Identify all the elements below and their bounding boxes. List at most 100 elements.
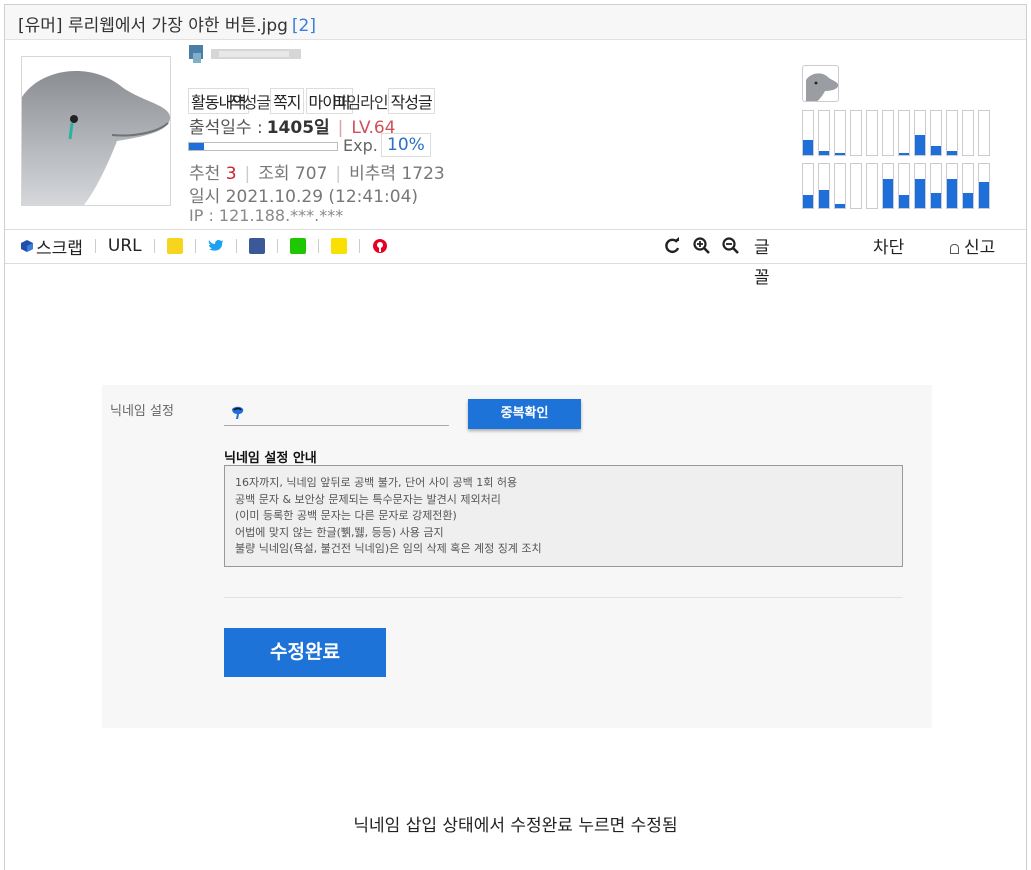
activity-cell (882, 110, 894, 156)
activity-cell-fill (819, 150, 829, 155)
author-menu: 활동내역작성글 쪽지 마이피타임라인 작성글 (188, 88, 437, 114)
post-title-text: [유머] 루리웹에서 가장 야한 버튼.jpg (18, 16, 288, 36)
pinterest-icon[interactable] (372, 238, 388, 254)
activity-cell-fill (915, 179, 925, 208)
cube-icon (21, 240, 33, 252)
exp-progress-bar (188, 142, 338, 151)
activity-cell-fill (963, 192, 973, 208)
report-button[interactable]: 신고 (950, 233, 995, 258)
recommend-count: 3 (225, 164, 237, 184)
comment-count[interactable]: [2] (292, 16, 316, 36)
scrap-button[interactable]: 스크랩 (36, 234, 83, 259)
activity-cell (802, 110, 814, 156)
activity-cell (978, 163, 990, 209)
activity-cell (882, 163, 894, 209)
activity-cell (962, 110, 974, 156)
activity-cell (866, 163, 878, 209)
author-avatar[interactable] (21, 56, 171, 206)
attendance-label: 출석일수 : (189, 118, 263, 138)
menu-posts-overlap[interactable]: 작성글 (229, 93, 271, 112)
menu-timeline[interactable]: 타임라인 (333, 93, 389, 112)
activity-cell (898, 110, 910, 156)
activity-cell (866, 110, 878, 156)
divider (5, 263, 1026, 264)
activity-cell (834, 163, 846, 209)
guide-line: 16자까지, 닉네임 앞뒤로 공백 불가, 단어 사이 공백 1회 허용 (235, 476, 518, 489)
guide-title: 닉네임 설정 안내 (224, 451, 317, 466)
activity-cell-fill (803, 139, 813, 155)
kakaostory-icon[interactable] (166, 238, 183, 254)
post-title: [유머] 루리웹에서 가장 야한 버튼.jpg [2] (18, 11, 316, 36)
post-caption: 닉네임 삽입 상태에서 수정완료 누르면 수정됨 (353, 816, 678, 836)
activity-cell-fill (819, 190, 829, 208)
activity-cell (946, 110, 958, 156)
attendance-days: 1405일 (266, 118, 330, 138)
activity-cell (818, 110, 830, 156)
zoom-out-icon[interactable] (722, 237, 739, 254)
activity-cell (850, 163, 862, 209)
activity-cell (930, 163, 942, 209)
activity-cell-fill (947, 151, 957, 155)
facebook-icon[interactable] (248, 238, 265, 254)
activity-cell-fill (899, 152, 909, 155)
activity-cell (962, 163, 974, 209)
activity-cell (834, 110, 846, 156)
post-ip: IP : 121.188.***.*** (189, 206, 344, 225)
activity-cell (802, 163, 814, 209)
submit-button[interactable]: 수정완료 (224, 628, 386, 677)
block-button[interactable]: 차단 (873, 233, 904, 258)
activity-cell-fill (915, 135, 925, 155)
url-button[interactable]: URL (108, 236, 142, 256)
activity-cell (914, 110, 926, 156)
recommend-label: 추천 (189, 164, 221, 184)
activity-cell (930, 110, 942, 156)
dolphin-nickname-icon (232, 406, 244, 419)
view-count: 조회 707 (258, 164, 328, 184)
menu-posts[interactable]: 작성글 (387, 88, 435, 114)
twitter-icon[interactable] (208, 239, 224, 253)
activity-cell (978, 110, 990, 156)
activity-cell-fill (835, 152, 845, 155)
activity-cell (850, 110, 862, 156)
exp-label: Exp. (343, 136, 378, 155)
bell-icon (950, 244, 959, 254)
dolphin-image (22, 71, 170, 205)
activity-cell (898, 163, 910, 209)
activity-cell-fill (899, 194, 909, 208)
menu-message[interactable]: 쪽지 (270, 88, 304, 114)
nickname-input[interactable] (224, 399, 449, 426)
exp-progress-fill (189, 143, 204, 150)
nickname-setting-label: 닉네임 설정 (110, 404, 174, 419)
guide-line: (이미 등록한 공백 문자는 다른 문자로 강제전환) (235, 509, 457, 522)
author-nickname-blurred[interactable] (189, 45, 301, 65)
font-button[interactable]: 글꼴 (754, 233, 772, 293)
activity-grid-row-2 (802, 163, 990, 209)
divider (5, 229, 1026, 230)
share-bar: 스크랩 URL (21, 234, 388, 259)
activity-cell-fill (979, 181, 989, 208)
nonrec-count: 비추력 1723 (349, 164, 445, 184)
activity-cell-fill (931, 192, 941, 208)
activity-cell-fill (803, 194, 813, 208)
naver-icon[interactable] (289, 238, 306, 254)
guide-line: 어법에 맞지 않는 한글(쀍,뛣, 등등) 사용 금지 (235, 525, 444, 539)
duplicate-check-button[interactable]: 중복확인 (468, 399, 581, 429)
activity-cell-fill (835, 203, 845, 208)
activity-cell (914, 163, 926, 209)
zoom-in-icon[interactable] (693, 237, 710, 254)
post-stats: 추천 3 | 조회 707 | 비추력 1723 (189, 164, 445, 184)
activity-cell-fill (883, 179, 893, 208)
activity-cell (818, 163, 830, 209)
refresh-icon[interactable] (664, 237, 681, 254)
activity-cell-fill (947, 179, 957, 208)
post-title-bar: [유머] 루리웹에서 가장 야한 버튼.jpg [2] (5, 5, 1026, 40)
report-label: 신고 (964, 238, 996, 258)
guide-line: 불량 닉네임(욕설, 불건전 닉네임)은 임의 삭제 혹은 계정 징계 조치 (235, 542, 542, 555)
guide-line: 공백 문자 & 보안상 문제되는 특수문자는 발견시 제외처리 (235, 492, 501, 506)
view-tools (664, 237, 739, 254)
attendance-row: 출석일수 :1405일 | LV.64 (189, 118, 396, 138)
author-mini-avatar[interactable] (802, 65, 839, 102)
post-date: 일시 2021.10.29 (12:41:04) (189, 187, 419, 207)
dolphin-mini-icon (806, 73, 838, 101)
kakaotalk-icon[interactable] (330, 238, 347, 254)
